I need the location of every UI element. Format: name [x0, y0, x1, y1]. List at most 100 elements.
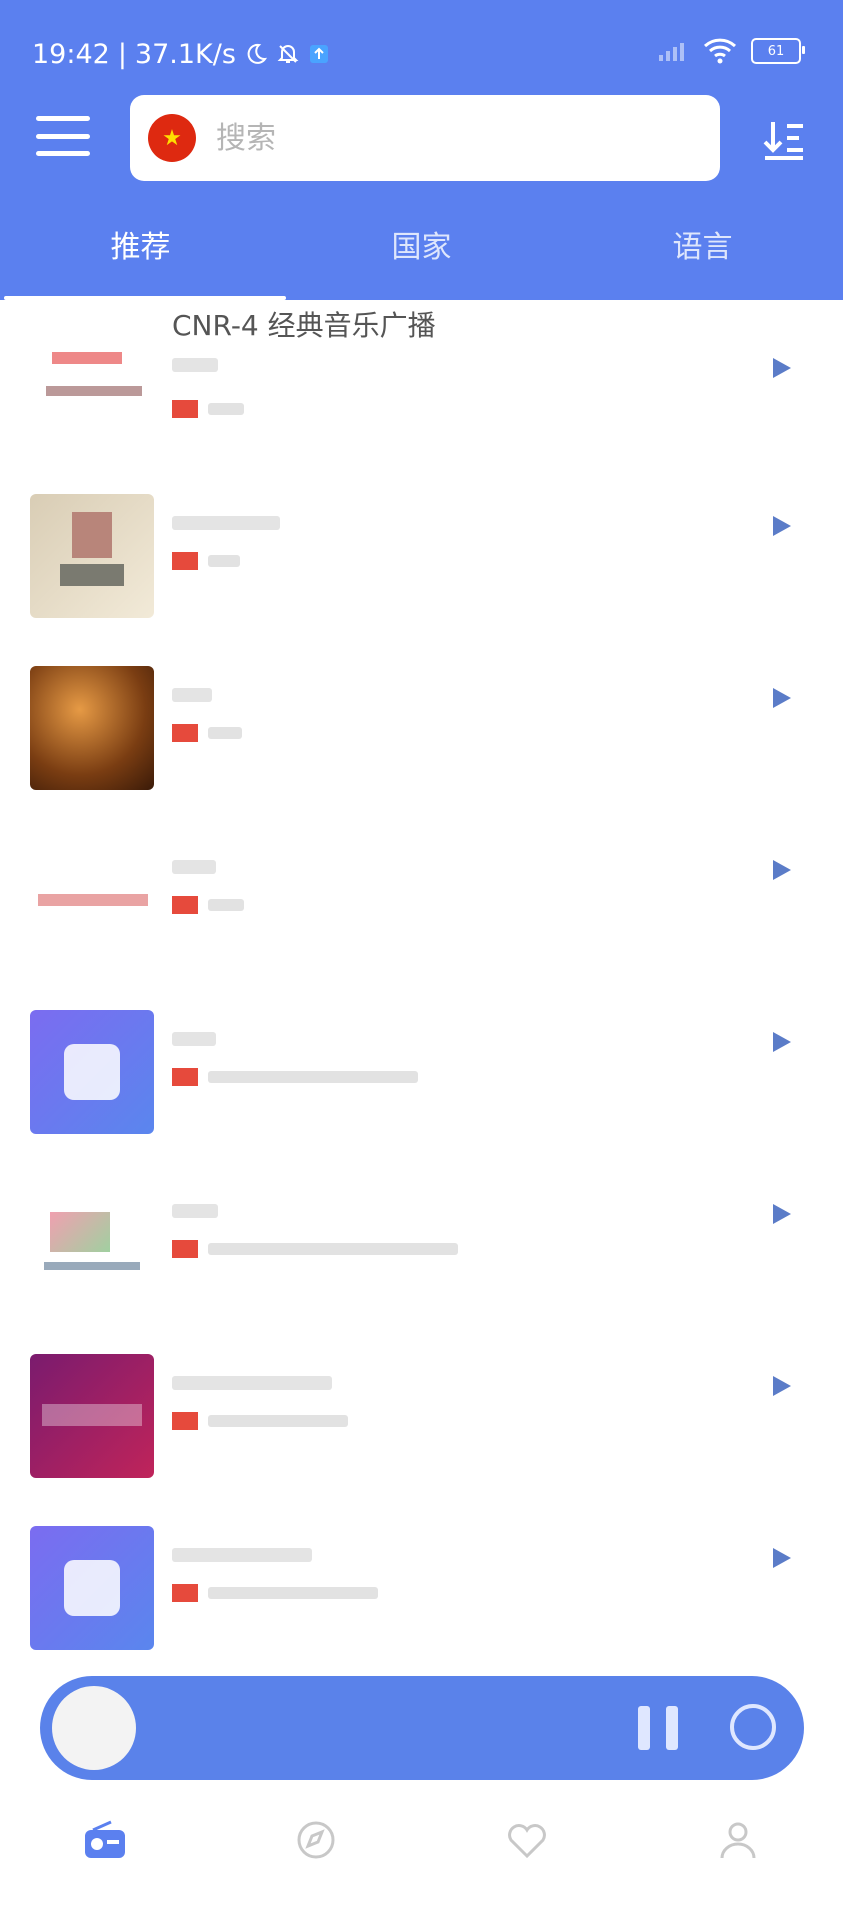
station-thumbnail: [30, 324, 154, 448]
station-item[interactable]: CNR-4 经典音乐广播: [0, 300, 843, 456]
station-meta: [172, 400, 244, 418]
radio-placeholder-icon: [64, 1560, 120, 1616]
station-photo-figure: [72, 512, 112, 558]
pause-icon[interactable]: [638, 1706, 678, 1750]
station-country-badge: [172, 552, 198, 570]
tab-countries[interactable]: 国家: [281, 218, 562, 294]
station-item[interactable]: [0, 972, 843, 1144]
station-thumbnail: [30, 494, 154, 618]
station-subtitle: [172, 358, 218, 372]
player-thumbnail: [52, 1686, 136, 1770]
station-meta-text: [208, 1071, 418, 1083]
station-logo-mark: [42, 1404, 142, 1426]
heart-icon: [507, 1824, 546, 1859]
mini-player[interactable]: [40, 1676, 804, 1780]
station-country-badge: [172, 1068, 198, 1086]
status-divider: |: [117, 38, 127, 70]
station-meta-text: [208, 1587, 378, 1599]
station-subtitle: [172, 860, 216, 874]
menu-button[interactable]: [36, 116, 90, 156]
station-meta-text: [208, 555, 240, 567]
station-thumbnail: [30, 1010, 154, 1134]
station-country-badge: [172, 400, 198, 418]
station-country-badge: [172, 1412, 198, 1430]
compass-icon: [297, 1821, 335, 1859]
nav-profile[interactable]: [632, 1810, 843, 1920]
station-meta-text: [208, 1415, 348, 1427]
search-box[interactable]: ★: [130, 95, 720, 181]
play-icon[interactable]: [773, 516, 791, 536]
station-subtitle: [172, 1032, 216, 1046]
tab-bar: 推荐 国家 语言: [0, 218, 843, 294]
station-thumbnail: [30, 666, 154, 790]
tab-languages[interactable]: 语言: [562, 218, 843, 294]
status-time: 19:42: [32, 38, 110, 70]
station-subtitle: [172, 1548, 312, 1562]
play-icon[interactable]: [773, 1376, 791, 1396]
nav-favorites[interactable]: [422, 1810, 633, 1920]
station-item[interactable]: [0, 628, 843, 800]
menu-icon-bar: [36, 116, 90, 121]
battery-level: 61: [767, 43, 785, 59]
station-meta: [172, 1584, 378, 1602]
station-subtitle: [172, 1376, 332, 1390]
play-icon[interactable]: [773, 1032, 791, 1052]
search-input[interactable]: [214, 119, 638, 157]
user-icon: [720, 1822, 756, 1859]
tab-recommended[interactable]: 推荐: [0, 218, 281, 294]
bell-off-icon: [277, 45, 299, 63]
station-item[interactable]: [0, 1488, 843, 1660]
timer-icon[interactable]: [730, 1704, 776, 1750]
wifi-icon: [703, 38, 737, 64]
pause-bar: [666, 1706, 678, 1750]
radio-placeholder-icon: [64, 1044, 120, 1100]
nav-explore[interactable]: [211, 1810, 422, 1920]
station-list: CNR-4 经典音乐广播: [0, 300, 843, 1660]
china-flag-icon[interactable]: ★: [148, 114, 196, 162]
station-item[interactable]: [0, 800, 843, 972]
station-country-badge: [172, 896, 198, 914]
sort-icon[interactable]: [761, 116, 807, 162]
station-meta: [172, 724, 242, 742]
play-icon[interactable]: [773, 1204, 791, 1224]
play-icon[interactable]: [773, 358, 791, 378]
radio-icon: [85, 1820, 126, 1858]
station-title: CNR-4 经典音乐广播: [172, 309, 436, 342]
station-country-badge: [172, 1584, 198, 1602]
station-country-badge: [172, 724, 198, 742]
station-item[interactable]: [0, 456, 843, 628]
station-thumbnail: [30, 1182, 154, 1306]
station-thumbnail: [30, 1526, 154, 1650]
play-icon[interactable]: [773, 688, 791, 708]
station-meta-text: [208, 899, 244, 911]
station-meta: [172, 552, 240, 570]
station-logo-mark: [44, 1262, 140, 1270]
pause-bar: [638, 1706, 650, 1750]
station-meta: [172, 1068, 418, 1086]
status-right: 61: [659, 38, 805, 64]
station-item[interactable]: [0, 1144, 843, 1316]
play-icon[interactable]: [773, 1548, 791, 1568]
app-header: 19:42 | 37.1K/s 61 ★ 推荐 国家 语言: [0, 0, 843, 300]
status-bar: 19:42 | 37.1K/s: [32, 36, 330, 72]
station-country-badge: [172, 1240, 198, 1258]
station-item[interactable]: [0, 1316, 843, 1488]
menu-icon-bar: [36, 151, 90, 156]
station-subtitle: [172, 1204, 218, 1218]
station-logo-mark: [46, 386, 142, 396]
nav-radio[interactable]: [0, 1810, 211, 1920]
play-icon[interactable]: [773, 860, 791, 880]
battery-icon: 61: [751, 38, 805, 64]
station-meta: [172, 896, 244, 914]
station-logo-mark: [52, 352, 122, 364]
station-logo-mark: [38, 894, 148, 906]
station-thumbnail: [30, 838, 154, 962]
station-logo-mark: [50, 1212, 110, 1252]
station-meta-text: [208, 727, 242, 739]
menu-icon-bar: [36, 133, 90, 139]
station-meta-text: [208, 403, 244, 415]
bottom-nav: [0, 1810, 843, 1920]
station-subtitle: [172, 516, 280, 530]
station-thumbnail: [30, 1354, 154, 1478]
moon-icon: [247, 43, 267, 64]
